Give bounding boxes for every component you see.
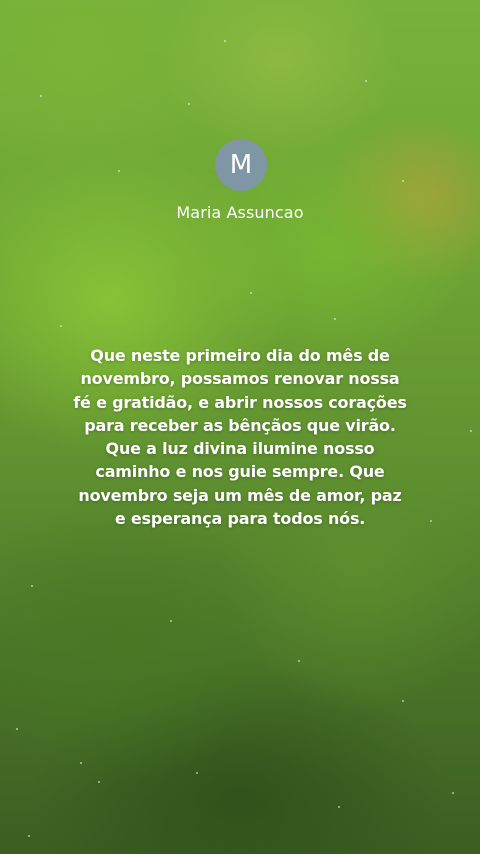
sparkle-dot [118,170,120,172]
avatar-initial: M [229,150,253,180]
sparkle-dot [338,806,340,808]
sparkle-dot [452,792,454,794]
sparkle-dot [98,781,100,783]
sparkle-dot [28,835,30,837]
sparkle-dot [470,430,472,432]
sparkle-dot [60,325,62,327]
author-name[interactable]: Maria Assuncao [0,203,480,222]
post-message: Que neste primeiro dia do mês de novembr… [73,346,407,529]
sparkle-dot [40,95,42,97]
sparkle-dot [430,520,432,522]
sparkle-dot [402,700,404,702]
sparkle-dot [80,762,82,764]
sparkle-dot [334,318,336,320]
sparkle-dot [298,660,300,662]
sparkle-dot [224,40,226,42]
sparkle-dot [365,80,367,82]
sparkle-dot [188,103,190,105]
sparkle-dot [16,728,18,730]
sparkle-dot [250,292,252,294]
author-avatar[interactable]: M [215,139,267,191]
sparkle-dot [170,620,172,622]
sparkle-dot [31,585,33,587]
sparkle-dot [402,180,404,182]
sparkle-dot [196,772,198,774]
